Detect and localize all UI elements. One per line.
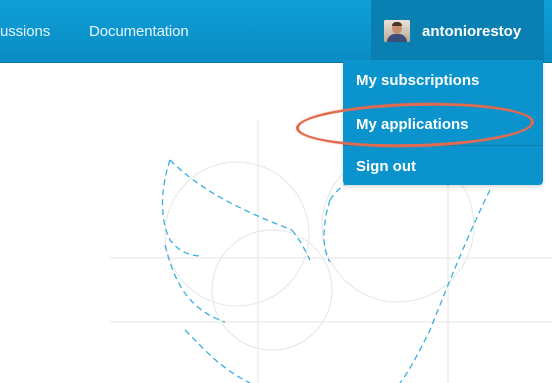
user-avatar-icon <box>384 20 410 42</box>
page: ussions Documentation antoniorestoy My s… <box>0 0 552 383</box>
username-label: antoniorestoy <box>422 23 522 40</box>
menu-item-my-subscriptions[interactable]: My subscriptions <box>343 65 543 95</box>
menu-item-sign-out[interactable]: Sign out <box>343 151 543 181</box>
menu-item-label: My subscriptions <box>356 72 480 89</box>
nav-link-discussions[interactable]: ussions <box>0 23 50 40</box>
nav-link-documentation[interactable]: Documentation <box>89 23 189 40</box>
user-menu-toggle[interactable]: antoniorestoy <box>371 0 544 62</box>
menu-item-label: Sign out <box>356 158 416 175</box>
top-navbar: ussions Documentation antoniorestoy <box>0 0 552 63</box>
